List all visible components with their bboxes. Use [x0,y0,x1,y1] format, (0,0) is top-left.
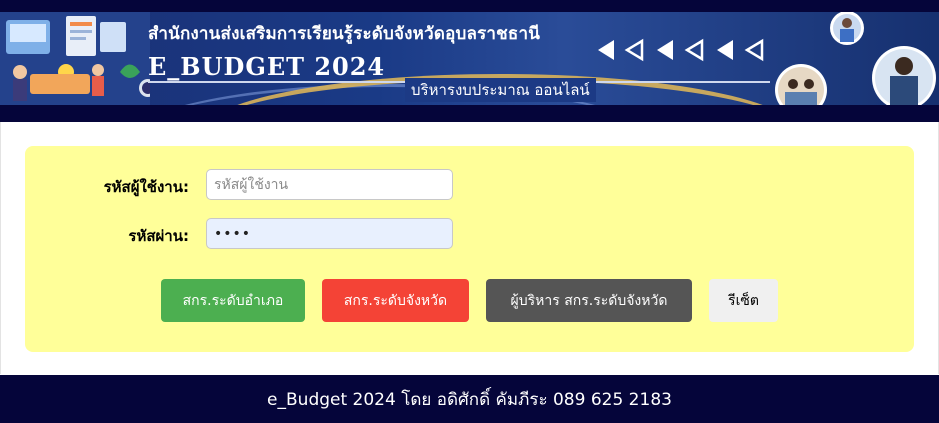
app-subtitle: บริหารงบประมาณ ออนไลน์ [405,78,596,102]
password-input[interactable] [206,218,453,249]
footer-credit: e_Budget 2024 โดย อดิศักดิ์ คัมภีระ 089 … [267,389,672,410]
staff-photos-icon [775,12,936,105]
province-login-button[interactable]: สกร.ระดับจังหวัด [322,279,469,322]
arrow-decoration-icon [598,38,764,62]
district-login-button[interactable]: สกร.ระดับอำเภอ [161,279,305,322]
username-input[interactable] [206,169,453,200]
footer: e_Budget 2024 โดย อดิศักดิ์ คัมภีระ 089 … [0,375,939,423]
banner-image: สำนักงานส่งเสริมการเรียนรู้ระดับจังหวัดอ… [0,12,939,105]
reset-button[interactable]: รีเซ็ต [709,279,778,322]
password-label: รหัสผ่าน: [128,227,189,245]
executive-login-button[interactable]: ผู้บริหาร สกร.ระดับจังหวัด [486,279,692,322]
app-title: E_BUDGET 2024 [148,52,386,81]
office-illustration-icon [0,12,150,105]
organization-title: สำนักงานส่งเสริมการเรียนรู้ระดับจังหวัดอ… [148,24,541,44]
username-label: รหัสผู้ใช้งาน: [103,178,189,196]
header: สำนักงานส่งเสริมการเรียนรู้ระดับจังหวัดอ… [0,0,939,122]
